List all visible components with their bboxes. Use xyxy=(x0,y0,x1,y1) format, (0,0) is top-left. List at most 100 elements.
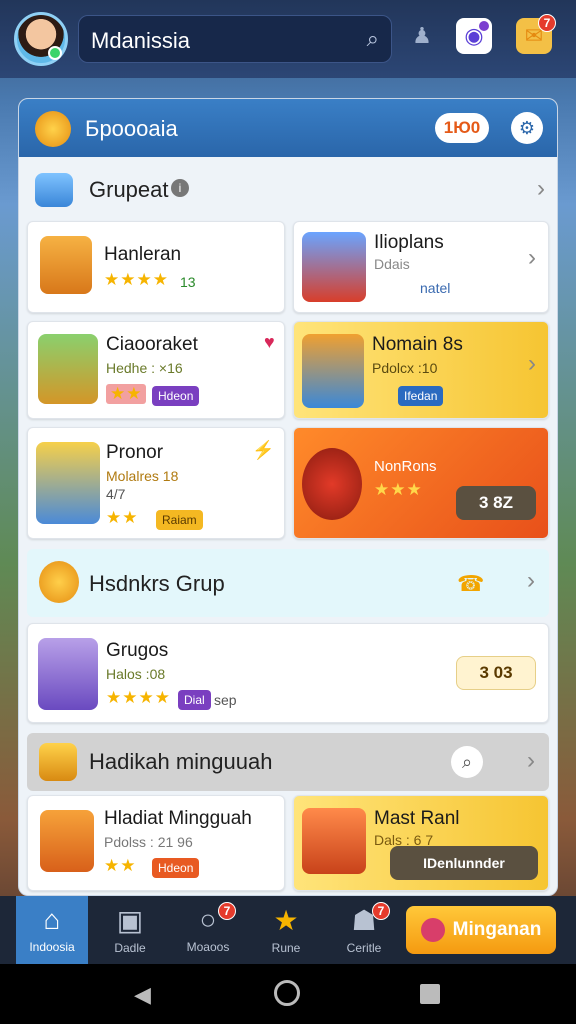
chevron-right-icon[interactable]: › xyxy=(528,244,536,272)
card-title: Hladiat Mingguah xyxy=(104,808,252,829)
genre-tag: Raiam xyxy=(156,510,203,530)
heart-icon[interactable]: ♥ xyxy=(264,332,275,353)
game-card-mast-ranl[interactable]: Mast Ranl Dals : 6 7 IDenlunnder xyxy=(293,795,549,891)
nav-dadle[interactable]: ▣ Dadle xyxy=(94,896,166,964)
star-rating: ★★★★ xyxy=(106,688,171,707)
genre-tag: Hdeon xyxy=(152,386,200,406)
nav-label: Rune xyxy=(271,941,301,955)
game-card-hanleran[interactable]: Hanleran ★★★★ 13 xyxy=(27,221,285,313)
info-icon[interactable]: i xyxy=(171,179,189,197)
cta-button[interactable]: Minganan xyxy=(406,906,556,954)
game-art xyxy=(302,448,362,520)
nav-badge: 7 xyxy=(372,902,390,920)
cta-icon xyxy=(420,918,445,942)
game-art xyxy=(302,334,364,408)
bottom-nav: ⌂ Indoosia ▣ Dadle ○ Moaoos 7 ★ Rune ☗ C… xyxy=(0,896,576,964)
genre-tag: Dial xyxy=(178,690,211,710)
card-subtitle: Ddais xyxy=(374,256,410,272)
panel-title: Бpoooaia xyxy=(85,116,178,141)
nav-label: Ceritle xyxy=(346,941,382,955)
game-art xyxy=(40,236,92,294)
gift-icon xyxy=(39,743,77,781)
rating-count: 13 xyxy=(180,274,196,290)
card-title: Nomain 8s xyxy=(372,334,463,355)
card-subtitle: Hedhe : ×16 xyxy=(106,360,183,376)
friends-icon[interactable]: ♟ xyxy=(404,18,440,54)
card-subtitle: Pdolss : 21 96 xyxy=(104,834,193,850)
game-card-hladiat[interactable]: Hladiat Mingguah Pdolss : 21 96 ★★ Hdeon xyxy=(27,795,285,891)
recents-icon[interactable] xyxy=(420,984,440,1004)
cta-label: Minganan xyxy=(452,919,542,940)
search-bar[interactable]: Mdanissia ⌕ xyxy=(78,15,392,63)
camera-badge xyxy=(478,20,490,32)
nav-rune[interactable]: ★ Rune xyxy=(250,896,322,964)
genre-tag: Hdeon xyxy=(152,858,200,878)
star-icon: ★ xyxy=(273,905,299,936)
home-icon: ⌂ xyxy=(43,904,61,935)
search-icon[interactable]: ⌕ xyxy=(367,26,379,52)
nav-label: Indoosia xyxy=(29,940,75,954)
nav-label: Dadle xyxy=(114,941,146,955)
card-title: Ciaooraket xyxy=(106,334,198,355)
star-rating: ★★ xyxy=(104,856,137,875)
chevron-right-icon[interactable]: › xyxy=(537,175,545,203)
game-art xyxy=(302,232,366,302)
settings-icon[interactable]: ⚙ xyxy=(511,112,543,144)
search-input[interactable]: Mdanissia xyxy=(91,28,190,54)
star-rating: ★★ xyxy=(106,508,139,527)
card-meta: natel xyxy=(420,280,451,296)
card-title: NonRons xyxy=(374,458,437,475)
nav-ceritle[interactable]: ☗ Ceritle xyxy=(328,896,400,964)
game-card-pronor[interactable]: Pronor Molalres 18 4/7 ★★ Raiam ⚡ xyxy=(27,427,285,539)
sun-icon xyxy=(39,561,79,603)
card-subtitle: Halos :08 xyxy=(106,666,166,682)
section-title: Hsdnkrs Grup xyxy=(89,571,225,596)
mail-badge: 7 xyxy=(538,14,556,32)
star-rating: ★★★★ xyxy=(104,270,169,289)
phone-icon[interactable]: ☎ xyxy=(457,571,484,597)
mascot-icon xyxy=(35,111,71,147)
game-card-grugos[interactable]: Grugos Halos :08 ★★★★ Dial sep 3 03 xyxy=(27,623,549,723)
tag-suffix: sep xyxy=(214,692,237,708)
game-card-nonrons[interactable]: NonRons ★★★ 3 8Z xyxy=(293,427,549,539)
star-rating: ★★ xyxy=(106,384,147,404)
game-card-ilioplans[interactable]: Ilioplans Ddais natel › xyxy=(293,221,549,313)
chevron-right-icon[interactable]: › xyxy=(527,747,535,775)
play-button[interactable]: 3 8Z xyxy=(456,486,536,520)
lightning-icon: ⚡ xyxy=(252,440,275,460)
card-subtitle: Molalres 18 xyxy=(106,468,179,484)
back-icon[interactable]: ◀ xyxy=(134,982,151,1008)
claim-button[interactable]: IDenlunnder xyxy=(390,846,538,880)
home-button-icon[interactable] xyxy=(274,980,300,1006)
panel-header: Бpoooaia 1Ю0 ⚙ xyxy=(19,99,557,157)
game-art xyxy=(38,638,98,710)
card-title: Pronor xyxy=(106,442,164,463)
search-icon[interactable]: ⌕ xyxy=(451,746,483,778)
game-art xyxy=(36,442,100,524)
section-header-grupeat[interactable]: Grupeat i › xyxy=(19,167,557,213)
section-header-hsdnkrs[interactable]: Hsdnkrs Grup ☎ › xyxy=(27,549,549,617)
gift-icon xyxy=(35,173,73,207)
game-card-nomain[interactable]: Nomain 8s Pdolcx :10 Ifedan › xyxy=(293,321,549,419)
game-art xyxy=(302,808,366,874)
nav-home[interactable]: ⌂ Indoosia xyxy=(16,896,88,964)
system-nav-bar: ◀ xyxy=(0,964,576,1024)
coin-chip[interactable]: 1Ю0 xyxy=(435,113,489,143)
reward-button[interactable]: 3 03 xyxy=(456,656,536,690)
chevron-right-icon[interactable]: › xyxy=(528,350,536,378)
box-icon: ▣ xyxy=(116,905,144,936)
card-subtitle-2: 4/7 xyxy=(106,486,126,502)
game-art xyxy=(40,810,94,872)
nav-label: Moaoos xyxy=(186,940,230,954)
card-title: Mast Ranl xyxy=(374,808,460,829)
card-title: Ilioplans xyxy=(374,232,444,253)
chevron-right-icon[interactable]: › xyxy=(527,567,535,595)
genre-tag: Ifedan xyxy=(398,386,444,406)
main-panel: Бpoooaia 1Ю0 ⚙ Grupeat i › Hanleran ★★★★… xyxy=(18,98,558,896)
game-card-ciaooraket[interactable]: Ciaooraket Hedhe : ×16 ★★ Hdeon ♥ xyxy=(27,321,285,419)
section-title: Hadikah minguuah xyxy=(89,749,273,774)
card-title: Grugos xyxy=(106,640,169,661)
section-header-hadikah[interactable]: Hadikah minguuah ⌕ › xyxy=(27,733,549,791)
card-subtitle: Pdolcx :10 xyxy=(372,360,438,376)
star-rating: ★★★ xyxy=(374,480,423,499)
